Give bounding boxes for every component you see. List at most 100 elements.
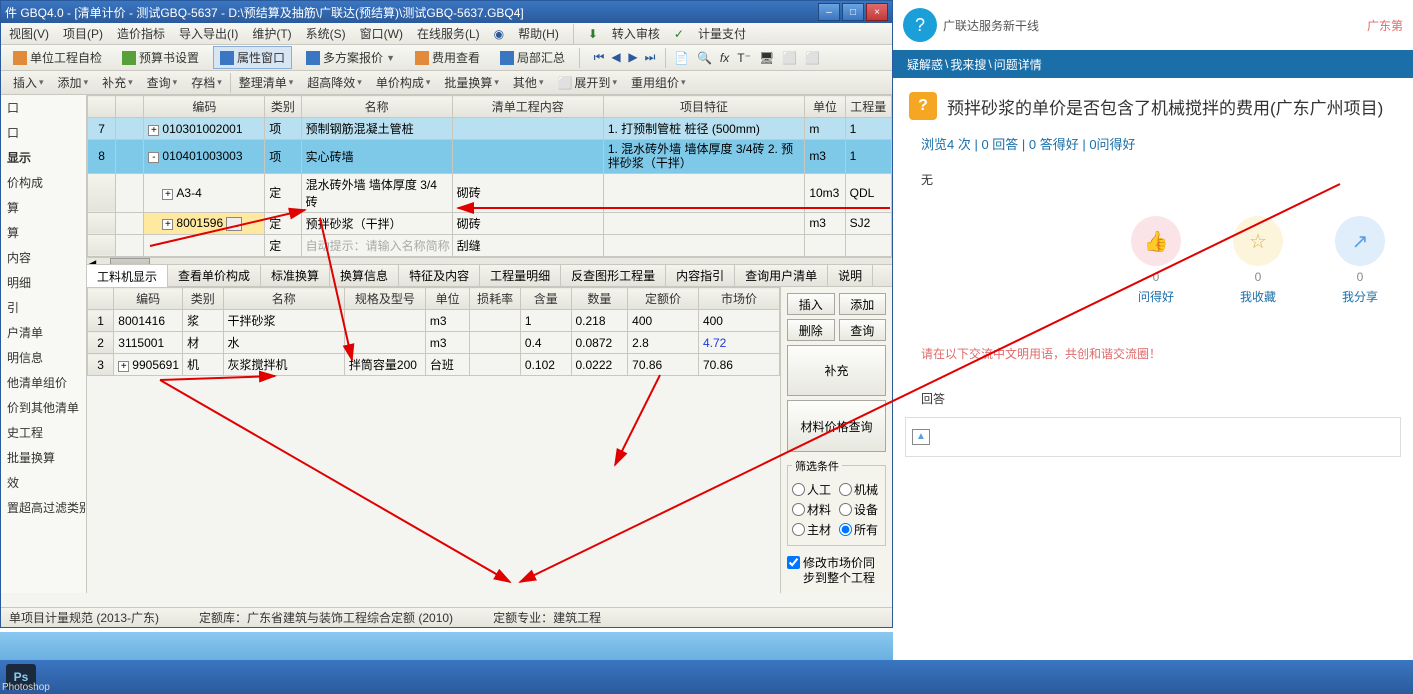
radio-material[interactable]: 材料 (792, 501, 831, 518)
t2-supp[interactable]: 补充▾ (96, 72, 139, 93)
tab-guide[interactable]: 内容指引 (666, 264, 735, 287)
btn-add[interactable]: 添加 (839, 293, 887, 315)
collapse-icon[interactable]: - (148, 152, 159, 163)
expand-icon[interactable]: + (162, 219, 173, 230)
bc-item[interactable]: 我来搜 (950, 56, 986, 73)
menu-measure-pay[interactable]: 计量支付 (698, 25, 746, 42)
t2-insert[interactable]: 插入▾ (7, 72, 50, 93)
table-row[interactable]: 1 8001416 浆 干拌砂浆 m3 1 0.218 400 400 (88, 310, 780, 332)
action-fav[interactable]: ☆ 0 我收藏 (1233, 216, 1283, 305)
t2-superhigh[interactable]: 超高降效▾ (301, 72, 368, 93)
radio-main[interactable]: 主材 (792, 521, 831, 538)
sidebar-item[interactable]: 口 (1, 95, 86, 120)
tb-property-window[interactable]: 属性窗口 (213, 46, 292, 69)
nav-prev-icon[interactable]: ◀ (609, 50, 623, 65)
menu-cost-index[interactable]: 造价指标 (117, 25, 165, 42)
nav-last-icon[interactable]: ⏭ (643, 50, 657, 65)
t2-query[interactable]: 查询▾ (141, 72, 184, 93)
tb-budget-settings[interactable]: 预算书设置 (116, 47, 205, 68)
tb-icon[interactable]: ⬜ (782, 51, 797, 65)
tab-price-comp[interactable]: 查看单价构成 (168, 264, 261, 287)
tab-std-conv[interactable]: 标准换算 (261, 264, 330, 287)
btn-mat-price[interactable]: 材料价格查询 (787, 400, 886, 451)
col-cat[interactable]: 类别 (265, 96, 301, 118)
t2-tidy[interactable]: 整理清单▾ (233, 72, 300, 93)
action-good-q[interactable]: 👍 0 问得好 (1131, 216, 1181, 305)
close-button[interactable]: × (866, 3, 888, 21)
sidebar-item[interactable]: 户清单 (1, 320, 86, 345)
tab-feat-content[interactable]: 特征及内容 (399, 264, 480, 287)
tb-unit-self-check[interactable]: 单位工程自检 (7, 47, 108, 68)
tab-qty-detail[interactable]: 工程量明细 (480, 264, 561, 287)
tb-icon[interactable]: fx (720, 51, 729, 65)
sidebar-item[interactable]: 明信息 (1, 345, 86, 370)
image-icon[interactable]: ▲ (912, 429, 930, 445)
t2-reuse[interactable]: 重用组价▾ (625, 72, 692, 93)
sidebar-item[interactable]: 效 (1, 470, 86, 495)
sidebar-item[interactable]: 置超高过滤类别 (1, 495, 86, 520)
material-grid[interactable]: 编码 类别 名称 规格及型号 单位 损耗率 含量 数量 定额价 市场价 1 80… (87, 287, 780, 376)
radio-labor[interactable]: 人工 (792, 481, 831, 498)
col-name[interactable]: 名称 (301, 96, 452, 118)
sidebar-item[interactable]: 他清单组价 (1, 370, 86, 395)
t2-batch[interactable]: 批量换算▾ (438, 72, 505, 93)
t2-expand[interactable]: ⬜展开到▾ (551, 72, 623, 93)
tb-partial-summary[interactable]: 局部汇总 (494, 47, 571, 68)
expand-icon[interactable]: + (162, 189, 173, 200)
chk-sync-price[interactable] (787, 556, 800, 569)
radio-equip[interactable]: 设备 (839, 501, 878, 518)
t2-unitprice[interactable]: 单价构成▾ (370, 72, 437, 93)
btn-delete[interactable]: 删除 (787, 319, 835, 341)
sidebar-item[interactable]: 明细 (1, 270, 86, 295)
bc-item[interactable]: 问题详情 (994, 56, 1042, 73)
table-row[interactable]: 7 +010301002001 项 预制钢筋混凝土管桩 1. 打预制管桩 桩径 … (88, 118, 892, 140)
expand-icon[interactable]: + (148, 125, 159, 136)
menu-system[interactable]: 系统(S) (306, 25, 346, 42)
col-unit[interactable]: 单位 (805, 96, 845, 118)
tb-icon[interactable]: 🔍 (697, 51, 712, 65)
t2-add[interactable]: 添加▾ (52, 72, 95, 93)
sidebar-item[interactable]: 算 (1, 195, 86, 220)
nav-next-icon[interactable]: ▶ (626, 50, 640, 65)
col-code[interactable]: 编码 (144, 96, 265, 118)
radio-machine[interactable]: 机械 (839, 481, 878, 498)
col-qty[interactable]: 工程量 (845, 96, 891, 118)
expand-icon[interactable]: + (118, 361, 129, 372)
t2-archive[interactable]: 存档▾ (185, 72, 228, 93)
tab-user-list[interactable]: 查询用户清单 (735, 264, 828, 287)
h-scrollbar[interactable]: ◀ (87, 257, 892, 265)
sidebar-item[interactable]: 内容 (1, 245, 86, 270)
action-share[interactable]: ↗ 0 我分享 (1335, 216, 1385, 305)
bc-item[interactable]: 疑解惑 (907, 56, 943, 73)
sidebar-item[interactable]: 价到其他清单 (1, 395, 86, 420)
tb-icon[interactable]: T⁻ (737, 51, 751, 65)
btn-query[interactable]: 查询 (839, 319, 887, 341)
menu-project[interactable]: 项目(P) (63, 25, 103, 42)
tab-conv-info[interactable]: 换算信息 (330, 264, 399, 287)
tb-fee-view[interactable]: 费用查看 (409, 47, 486, 68)
menu-window[interactable]: 窗口(W) (360, 25, 403, 42)
table-row[interactable]: 3 +9905691 机 灰浆搅拌机 拌筒容量200 台班 0.102 0.02… (88, 354, 780, 376)
tab-desc[interactable]: 说明 (828, 264, 873, 287)
menu-help[interactable]: 帮助(H) (518, 25, 559, 42)
menu-maintain[interactable]: 维护(T) (252, 25, 291, 42)
menu-transfer-audit[interactable]: 转入审核 (612, 25, 660, 42)
sidebar-item[interactable]: 史工程 (1, 420, 86, 445)
table-row[interactable]: 8 -010401003003 项 实心砖墙 1. 混水砖外墙 墙体厚度 3/4… (88, 140, 892, 174)
maximize-button[interactable]: □ (842, 3, 864, 21)
tb-icon[interactable]: 🖥 (759, 51, 774, 65)
sidebar-item[interactable]: 口 (1, 120, 86, 145)
tab-gljx[interactable]: 工料机显示 (87, 263, 168, 288)
table-row[interactable]: 定 自动提示：请输入名称简称 刮缝 (88, 234, 892, 256)
sidebar-item[interactable]: 显示 (1, 145, 86, 170)
tb-icon[interactable]: ⬜ (805, 51, 820, 65)
table-row[interactable]: 2 3115001 材 水 m3 0.4 0.0872 2.8 4.72 (88, 332, 780, 354)
btn-insert[interactable]: 插入 (787, 293, 835, 315)
menu-view[interactable]: 视图(V) (9, 25, 49, 42)
sidebar-item[interactable]: 价构成 (1, 170, 86, 195)
table-row[interactable]: +A3-4 定 混水砖外墙 墙体厚度 3/4砖 砌砖 10m3 QDL (88, 173, 892, 212)
table-row[interactable]: +8001596 … 定 预拌砂浆（干拌） 砌砖 m3 SJ2 (88, 212, 892, 234)
col-feat[interactable]: 项目特征 (603, 96, 805, 118)
sidebar-item[interactable]: 引 (1, 295, 86, 320)
region-label[interactable]: 广东第 (1367, 17, 1403, 34)
